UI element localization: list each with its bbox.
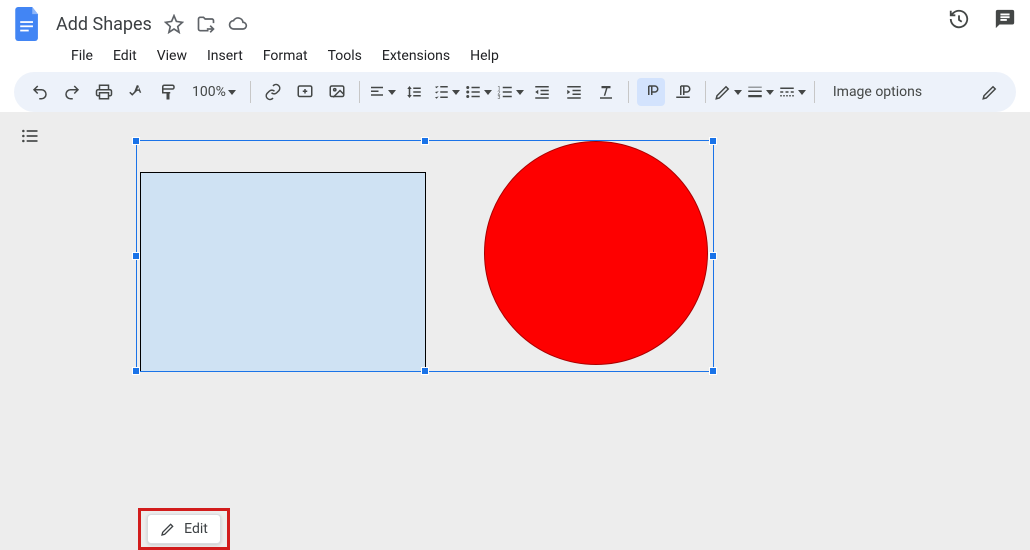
- menu-extensions[interactable]: Extensions: [375, 44, 457, 68]
- line-spacing-button[interactable]: [400, 78, 428, 106]
- clear-formatting-button[interactable]: [592, 78, 620, 106]
- move-to-icon[interactable]: [196, 14, 216, 34]
- menu-file[interactable]: File: [64, 44, 100, 68]
- chevron-down-icon: [516, 90, 524, 95]
- insert-link-button[interactable]: [259, 78, 287, 106]
- star-icon[interactable]: [164, 14, 184, 34]
- add-comment-button[interactable]: [291, 78, 319, 106]
- chevron-down-icon: [484, 90, 492, 95]
- increase-indent-button[interactable]: [560, 78, 588, 106]
- resize-handle-br[interactable]: [709, 367, 717, 375]
- align-button[interactable]: [368, 78, 396, 106]
- undo-button[interactable]: [26, 78, 54, 106]
- image-options-button[interactable]: Image options: [823, 84, 932, 100]
- menu-bar: File Edit View Insert Format Tools Exten…: [0, 42, 1030, 72]
- cloud-status-icon[interactable]: [228, 14, 248, 34]
- chevron-down-icon: [388, 90, 396, 95]
- chevron-down-icon: [228, 90, 236, 95]
- chevron-down-icon: [734, 90, 742, 95]
- history-icon[interactable]: [948, 8, 970, 34]
- chevron-down-icon: [766, 90, 774, 95]
- editing-mode-button[interactable]: [976, 78, 1004, 106]
- chevron-down-icon: [452, 90, 460, 95]
- menu-tools[interactable]: Tools: [321, 44, 369, 68]
- wrap-inline-button[interactable]: [637, 78, 665, 106]
- wrap-break-button[interactable]: [669, 78, 697, 106]
- print-button[interactable]: [90, 78, 118, 106]
- menu-edit[interactable]: Edit: [106, 44, 144, 68]
- resize-handle-tl[interactable]: [132, 137, 140, 145]
- menu-insert[interactable]: Insert: [200, 44, 250, 68]
- numbered-list-button[interactable]: 123: [496, 78, 524, 106]
- doc-title[interactable]: Add Shapes: [56, 14, 152, 35]
- redo-button[interactable]: [58, 78, 86, 106]
- docs-logo[interactable]: [10, 6, 46, 42]
- highlighted-annotation: Edit: [138, 508, 230, 550]
- menu-help[interactable]: Help: [463, 44, 506, 68]
- resize-handle-tm[interactable]: [421, 137, 429, 145]
- resize-handle-bl[interactable]: [132, 367, 140, 375]
- outline-toggle[interactable]: [20, 126, 40, 150]
- insert-image-button[interactable]: [323, 78, 351, 106]
- comment-icon[interactable]: [994, 8, 1016, 34]
- bulleted-list-button[interactable]: [464, 78, 492, 106]
- toolbar: 100% 123 Image options: [14, 72, 1016, 112]
- menu-format[interactable]: Format: [256, 44, 315, 68]
- border-color-button[interactable]: [714, 78, 742, 106]
- paint-format-button[interactable]: [154, 78, 182, 106]
- menu-view[interactable]: View: [150, 44, 194, 68]
- decrease-indent-button[interactable]: [528, 78, 556, 106]
- border-dash-button[interactable]: [778, 78, 806, 106]
- edit-drawing-button[interactable]: Edit: [147, 514, 221, 544]
- resize-handle-mr[interactable]: [709, 252, 717, 260]
- drawing-canvas[interactable]: [136, 140, 716, 384]
- resize-handle-bm[interactable]: [421, 367, 429, 375]
- pencil-icon: [160, 521, 176, 537]
- chevron-down-icon: [798, 90, 806, 95]
- spellcheck-button[interactable]: [122, 78, 150, 106]
- edit-button-label: Edit: [184, 521, 208, 537]
- resize-handle-tr[interactable]: [709, 137, 717, 145]
- document-area[interactable]: Edit: [0, 112, 1030, 506]
- zoom-control[interactable]: 100%: [186, 84, 242, 100]
- resize-handle-ml[interactable]: [132, 252, 140, 260]
- svg-text:3: 3: [497, 95, 500, 101]
- zoom-value: 100%: [192, 84, 226, 100]
- checklist-button[interactable]: [432, 78, 460, 106]
- border-weight-button[interactable]: [746, 78, 774, 106]
- selection-outline: [136, 140, 714, 372]
